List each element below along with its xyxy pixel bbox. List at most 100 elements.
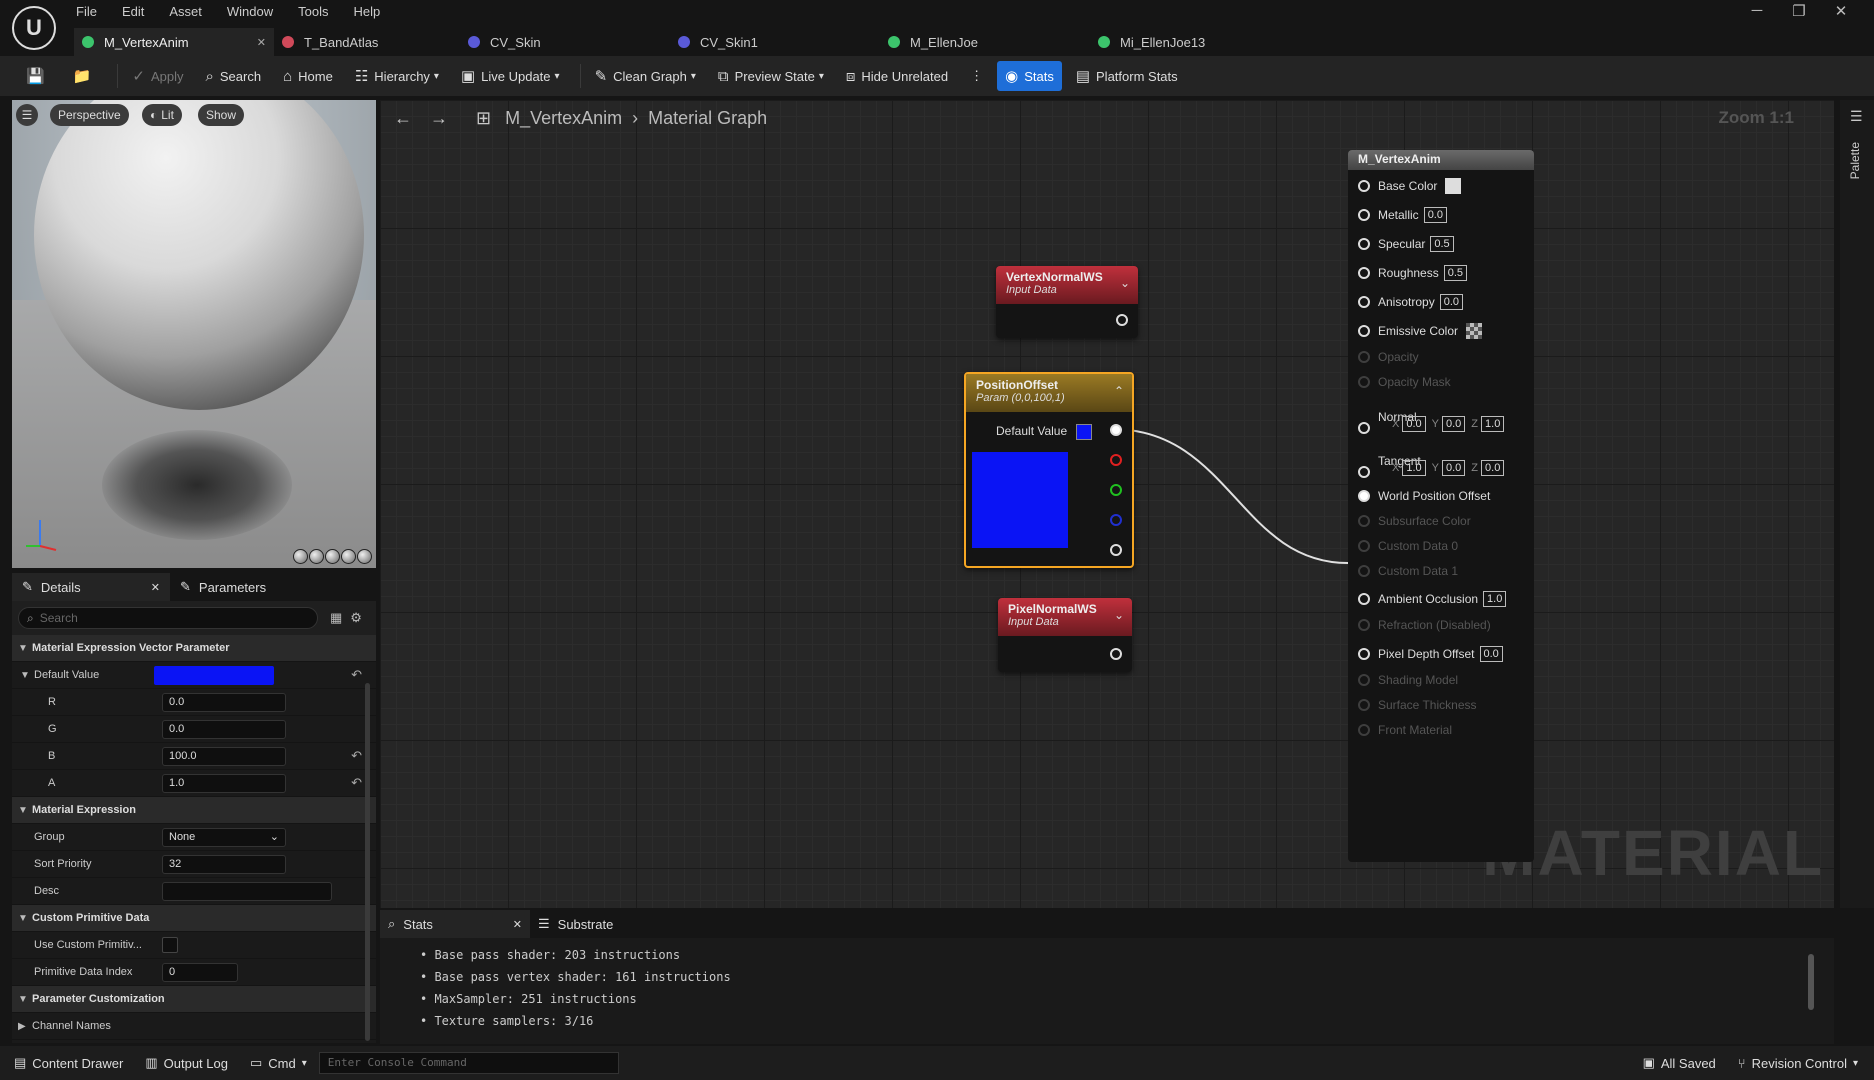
reset-icon[interactable]: ↶ <box>351 667 362 683</box>
primitive-data-index-input[interactable]: 0 <box>162 962 238 982</box>
node-pixel-normal-ws[interactable]: PixelNormalWS Input Data ⌄ <box>998 598 1132 672</box>
tangent-z[interactable]: 0.0 <box>1481 460 1505 476</box>
b-value-input[interactable]: 100.0 <box>162 746 286 766</box>
normal-z[interactable]: 1.0 <box>1481 416 1505 432</box>
cube-mesh-icon[interactable] <box>341 549 356 564</box>
restore-button[interactable]: ❐ <box>1778 2 1820 20</box>
pin-opacity-mask[interactable]: Opacity Mask <box>1358 375 1451 389</box>
palette-menu-icon[interactable]: ☰ <box>1850 108 1863 125</box>
cmd-dropdown[interactable]: ▭ Cmd ▾ <box>250 1055 307 1071</box>
preview-viewport[interactable]: ☰ Perspective ◐ Lit Show <box>12 100 376 568</box>
normal-y[interactable]: 0.0 <box>1441 416 1466 432</box>
lit-button[interactable]: ◐ Lit <box>142 104 182 126</box>
viewport-menu-button[interactable]: ☰ <box>16 104 38 126</box>
a-value-input[interactable]: 1.0 <box>162 773 286 793</box>
all-saved-button[interactable]: ▣ All Saved <box>1643 1055 1716 1071</box>
output-pin-a[interactable] <box>1110 544 1122 556</box>
forward-arrow-icon[interactable]: → <box>430 108 448 129</box>
preview-mesh-selector[interactable] <box>292 549 372 564</box>
tab-stats[interactable]: ⌕ Stats ✕ <box>380 910 530 938</box>
tangent-x[interactable]: 1.0 <box>1402 460 1426 476</box>
breadcrumb-asset[interactable]: M_VertexAnim <box>505 108 622 129</box>
live-update-dropdown[interactable]: ▣ Live Update ▾ <box>453 61 568 91</box>
unreal-logo-icon[interactable]: U <box>12 6 56 50</box>
category-vector-parameter[interactable]: ▼ Material Expression Vector Parameter <box>12 635 376 662</box>
settings-gear-icon[interactable]: ⚙ <box>350 610 362 626</box>
menu-tools[interactable]: Tools <box>298 4 328 19</box>
sphere-mesh-icon[interactable] <box>309 549 324 564</box>
console-command-input[interactable]: Enter Console Command <box>318 1052 619 1074</box>
details-search-input[interactable]: ⌕ Search <box>18 607 318 629</box>
output-pin[interactable] <box>1110 648 1122 660</box>
pin-roughness[interactable]: Roughness 0.5 <box>1358 265 1468 281</box>
output-pin-g[interactable] <box>1110 484 1122 496</box>
normal-x[interactable]: 0.0 <box>1402 416 1426 432</box>
material-graph-canvas[interactable]: ← → ⊞ M_VertexAnim › Material Graph Zoom… <box>380 100 1834 908</box>
perspective-button[interactable]: Perspective <box>50 104 129 126</box>
roughness-value[interactable]: 0.5 <box>1443 265 1468 281</box>
pin-metallic[interactable]: Metallic 0.0 <box>1358 207 1447 223</box>
pin-anisotropy[interactable]: Anisotropy 0.0 <box>1358 294 1463 310</box>
output-log-button[interactable]: ▥ Output Log <box>145 1055 228 1071</box>
menu-window[interactable]: Window <box>227 4 273 19</box>
platform-stats-button[interactable]: ▤ Platform Stats <box>1068 61 1186 91</box>
tab-mi-ellenjoe13[interactable]: Mi_EllenJoe13 <box>1090 28 1300 56</box>
emissive-checker-swatch[interactable] <box>1466 323 1483 339</box>
hierarchy-dropdown[interactable]: ☷ Hierarchy ▾ <box>347 61 447 91</box>
table-view-icon[interactable]: ▦ <box>330 610 342 626</box>
sort-priority-input[interactable]: 32 <box>162 854 286 874</box>
more-options-button[interactable]: ⋮ <box>962 61 991 91</box>
tab-t-bandatlas[interactable]: T_BandAtlas <box>274 28 460 56</box>
reset-icon[interactable]: ↶ <box>351 775 362 791</box>
menu-asset[interactable]: Asset <box>169 4 202 19</box>
tab-cv-skin[interactable]: CV_Skin <box>460 28 670 56</box>
pin-opacity[interactable]: Opacity <box>1358 350 1419 364</box>
tab-m-vertexanim[interactable]: M_VertexAnim ✕ <box>74 28 274 56</box>
reset-icon[interactable]: ↶ <box>351 748 362 764</box>
stats-scrollbar[interactable] <box>1808 954 1814 1010</box>
r-value-input[interactable]: 0.0 <box>162 692 286 712</box>
close-tab-icon[interactable]: ✕ <box>513 918 522 931</box>
menu-help[interactable]: Help <box>353 4 380 19</box>
tab-substrate[interactable]: ☰ Substrate <box>530 910 621 938</box>
output-pin[interactable] <box>1116 314 1128 326</box>
close-window-button[interactable]: ✕ <box>1820 2 1862 20</box>
apply-button[interactable]: ✓ Apply <box>124 61 191 91</box>
pin-base-color[interactable]: Base Color <box>1358 178 1462 194</box>
output-pin-r[interactable] <box>1110 454 1122 466</box>
default-value-swatch[interactable] <box>1076 424 1092 440</box>
pin-refraction[interactable]: Refraction (Disabled) <box>1358 618 1491 632</box>
output-pin-b[interactable] <box>1110 514 1122 526</box>
tangent-y[interactable]: 0.0 <box>1441 460 1466 476</box>
details-scrollbar[interactable] <box>365 683 370 1041</box>
close-tab-icon[interactable]: ✕ <box>151 581 160 594</box>
output-pin-rgba[interactable] <box>1110 424 1122 436</box>
ao-value[interactable]: 1.0 <box>1483 591 1507 607</box>
search-button[interactable]: ⌕ Search <box>197 61 269 91</box>
category-material-expression[interactable]: ▼ Material Expression <box>12 797 376 824</box>
specular-value[interactable]: 0.5 <box>1430 236 1454 252</box>
plane-mesh-icon[interactable] <box>325 549 340 564</box>
node-material-output[interactable]: M_VertexAnim Base Color Metallic 0.0 Spec… <box>1348 150 1534 862</box>
anisotropy-value[interactable]: 0.0 <box>1439 294 1463 310</box>
use-custom-checkbox[interactable] <box>162 937 178 953</box>
teapot-mesh-icon[interactable] <box>357 549 372 564</box>
save-button[interactable]: 💾 <box>18 61 59 91</box>
stats-button[interactable]: ◉ Stats <box>997 61 1062 91</box>
pin-emissive-color[interactable]: Emissive Color <box>1358 323 1483 339</box>
base-color-swatch[interactable] <box>1445 178 1462 194</box>
chevron-down-icon[interactable]: ⌄ <box>1120 276 1130 290</box>
back-arrow-icon[interactable]: ← <box>394 108 412 129</box>
category-parameter-customization[interactable]: ▼ Parameter Customization <box>12 986 376 1013</box>
channel-names-row[interactable]: ▶ Channel Names <box>12 1013 376 1040</box>
pin-world-position-offset[interactable]: World Position Offset <box>1358 489 1490 503</box>
pin-front-material[interactable]: Front Material <box>1358 723 1452 737</box>
breadcrumb-graph[interactable]: Material Graph <box>648 108 767 129</box>
preview-state-dropdown[interactable]: ⧉ Preview State ▾ <box>710 61 832 91</box>
cylinder-mesh-icon[interactable] <box>293 549 308 564</box>
clean-graph-dropdown[interactable]: ✎ Clean Graph ▾ <box>587 61 704 91</box>
pin-subsurface-color[interactable]: Subsurface Color <box>1358 514 1471 528</box>
menu-file[interactable]: File <box>76 4 97 19</box>
palette-tab[interactable]: Palette <box>1848 142 1862 179</box>
pdo-value[interactable]: 0.0 <box>1479 646 1503 662</box>
